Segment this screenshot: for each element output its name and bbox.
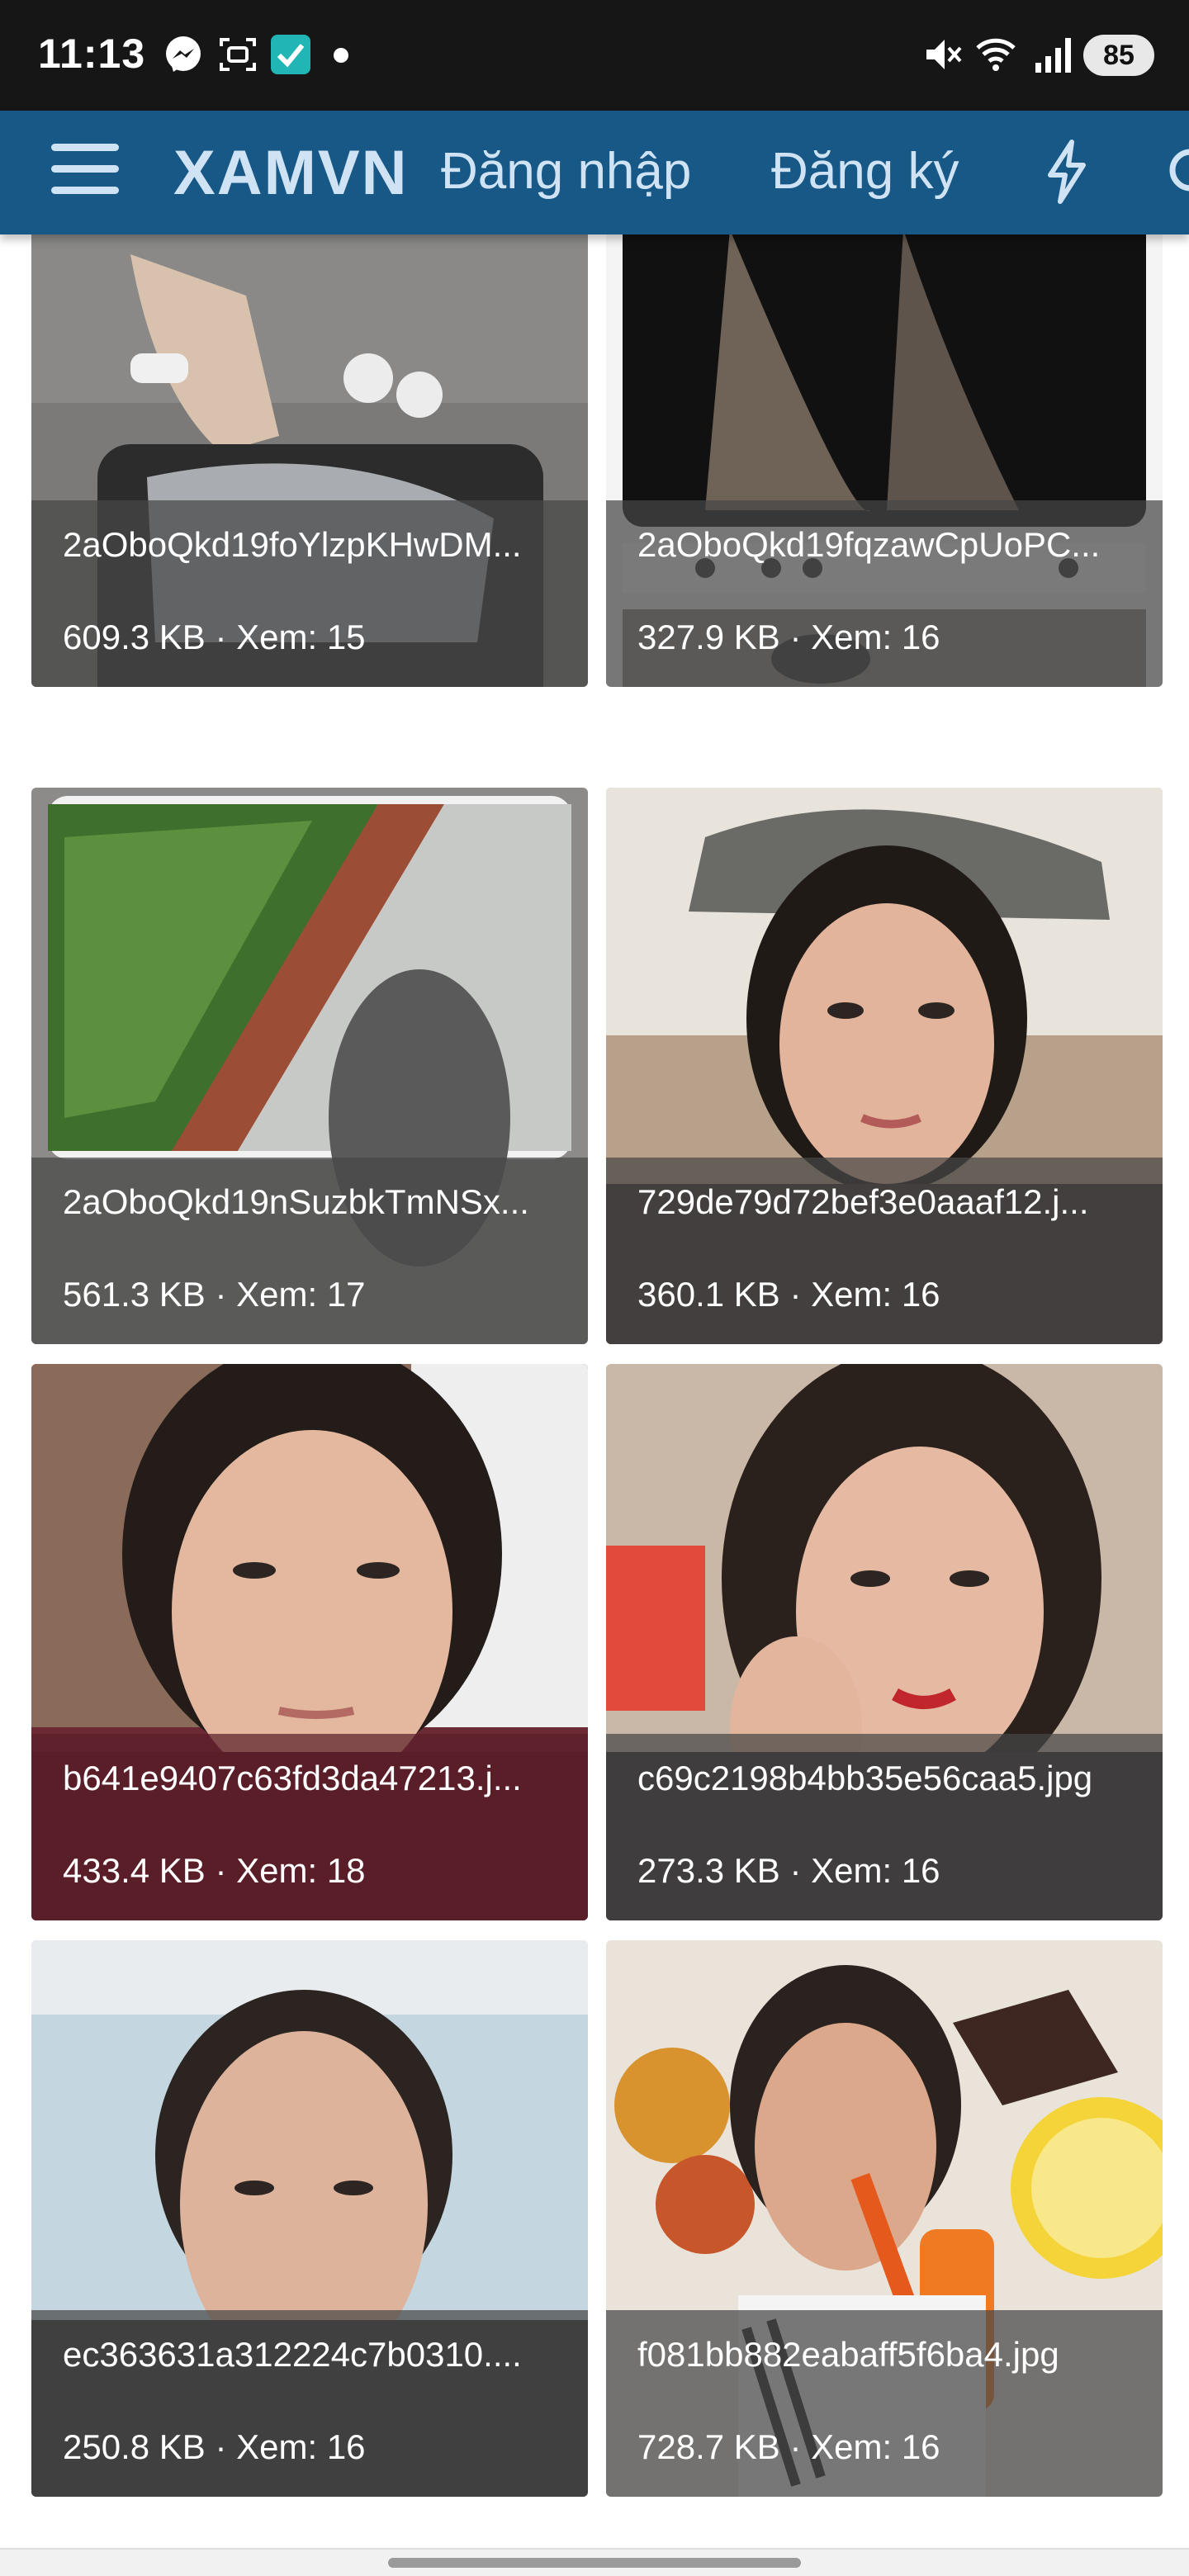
site-logo[interactable]: XAMVN <box>173 137 408 209</box>
image-caption: 729de79d72bef3e0aaaf12.j... 360.1 KB · X… <box>606 1158 1163 1344</box>
image-meta: 561.3 KB · Xem: 17 <box>63 1275 366 1314</box>
gallery-item[interactable]: c69c2198b4bb35e56caa5.jpg 273.3 KB · Xem… <box>606 1364 1163 1920</box>
gallery-item[interactable]: 2aOboQkd19fqzawCpUoPC... 327.9 KB · Xem:… <box>606 234 1163 687</box>
image-meta: 728.7 KB · Xem: 16 <box>637 2427 940 2466</box>
image-meta: 609.3 KB · Xem: 15 <box>63 618 366 656</box>
image-filename: b641e9407c63fd3da47213.j... <box>63 1759 522 1797</box>
image-filename: 729de79d72bef3e0aaaf12.j... <box>637 1182 1089 1221</box>
gallery-item[interactable]: 729de79d72bef3e0aaaf12.j... 360.1 KB · X… <box>606 788 1163 1344</box>
image-meta: 327.9 KB · Xem: 16 <box>637 618 940 656</box>
signal-icon <box>1032 33 1075 76</box>
image-caption: ec363631a312224c7b0310.... 250.8 KB · Xe… <box>31 2310 588 2497</box>
screenshot-icon <box>216 33 259 76</box>
image-filename: 2aOboQkd19foYlzpKHwDM... <box>63 525 522 564</box>
login-link[interactable]: Đăng nhập <box>441 142 691 201</box>
image-meta: 273.3 KB · Xem: 16 <box>637 1851 940 1890</box>
gallery-item[interactable]: f081bb882eabaff5f6ba4.jpg 728.7 KB · Xem… <box>606 1940 1163 2497</box>
image-meta: 360.1 KB · Xem: 16 <box>637 1275 940 1314</box>
image-caption: b641e9407c63fd3da47213.j... 433.4 KB · X… <box>31 1734 588 1920</box>
image-filename: 2aOboQkd19fqzawCpUoPC... <box>637 525 1101 564</box>
messenger-icon <box>162 33 205 76</box>
image-filename: c69c2198b4bb35e56caa5.jpg <box>637 1759 1093 1797</box>
status-bar: 11:13 85 <box>0 0 1189 111</box>
image-gallery: 2aOboQkd19foYlzpKHwDM... 609.3 KB · Xem:… <box>0 234 1189 2530</box>
image-filename: ec363631a312224c7b0310.... <box>63 2335 522 2374</box>
image-caption: c69c2198b4bb35e56caa5.jpg 273.3 KB · Xem… <box>606 1734 1163 1920</box>
notification-dot <box>334 48 348 63</box>
home-indicator[interactable] <box>388 2558 801 2568</box>
image-caption: 2aOboQkd19fqzawCpUoPC... 327.9 KB · Xem:… <box>606 500 1163 687</box>
gallery-item[interactable]: 2aOboQkd19nSuzbkTmNSx... 561.3 KB · Xem:… <box>31 788 588 1344</box>
gallery-item[interactable]: 2aOboQkd19foYlzpKHwDM... 609.3 KB · Xem:… <box>31 234 588 687</box>
bolt-icon[interactable] <box>1042 139 1092 205</box>
gallery-item[interactable]: ec363631a312224c7b0310.... 250.8 KB · Xe… <box>31 1940 588 2497</box>
image-filename: f081bb882eabaff5f6ba4.jpg <box>637 2335 1059 2374</box>
image-filename: 2aOboQkd19nSuzbkTmNSx... <box>63 1182 529 1221</box>
mute-icon <box>921 33 964 76</box>
register-link[interactable]: Đăng ký <box>771 142 959 201</box>
bottom-scroll-area <box>0 2548 1189 2576</box>
search-icon[interactable] <box>1164 144 1189 201</box>
task-app-icon <box>269 33 312 76</box>
menu-icon[interactable] <box>51 140 119 198</box>
wifi-icon <box>974 33 1017 76</box>
image-caption: 2aOboQkd19foYlzpKHwDM... 609.3 KB · Xem:… <box>31 500 588 687</box>
battery-icon: 85 <box>1083 35 1154 76</box>
gallery-item[interactable]: b641e9407c63fd3da47213.j... 433.4 KB · X… <box>31 1364 588 1920</box>
status-time: 11:13 <box>38 31 146 77</box>
image-meta: 250.8 KB · Xem: 16 <box>63 2427 366 2466</box>
app-header: XAMVN Đăng nhập Đăng ký <box>0 111 1189 234</box>
image-caption: 2aOboQkd19nSuzbkTmNSx... 561.3 KB · Xem:… <box>31 1158 588 1344</box>
image-caption: f081bb882eabaff5f6ba4.jpg 728.7 KB · Xem… <box>606 2310 1163 2497</box>
image-meta: 433.4 KB · Xem: 18 <box>63 1851 366 1890</box>
